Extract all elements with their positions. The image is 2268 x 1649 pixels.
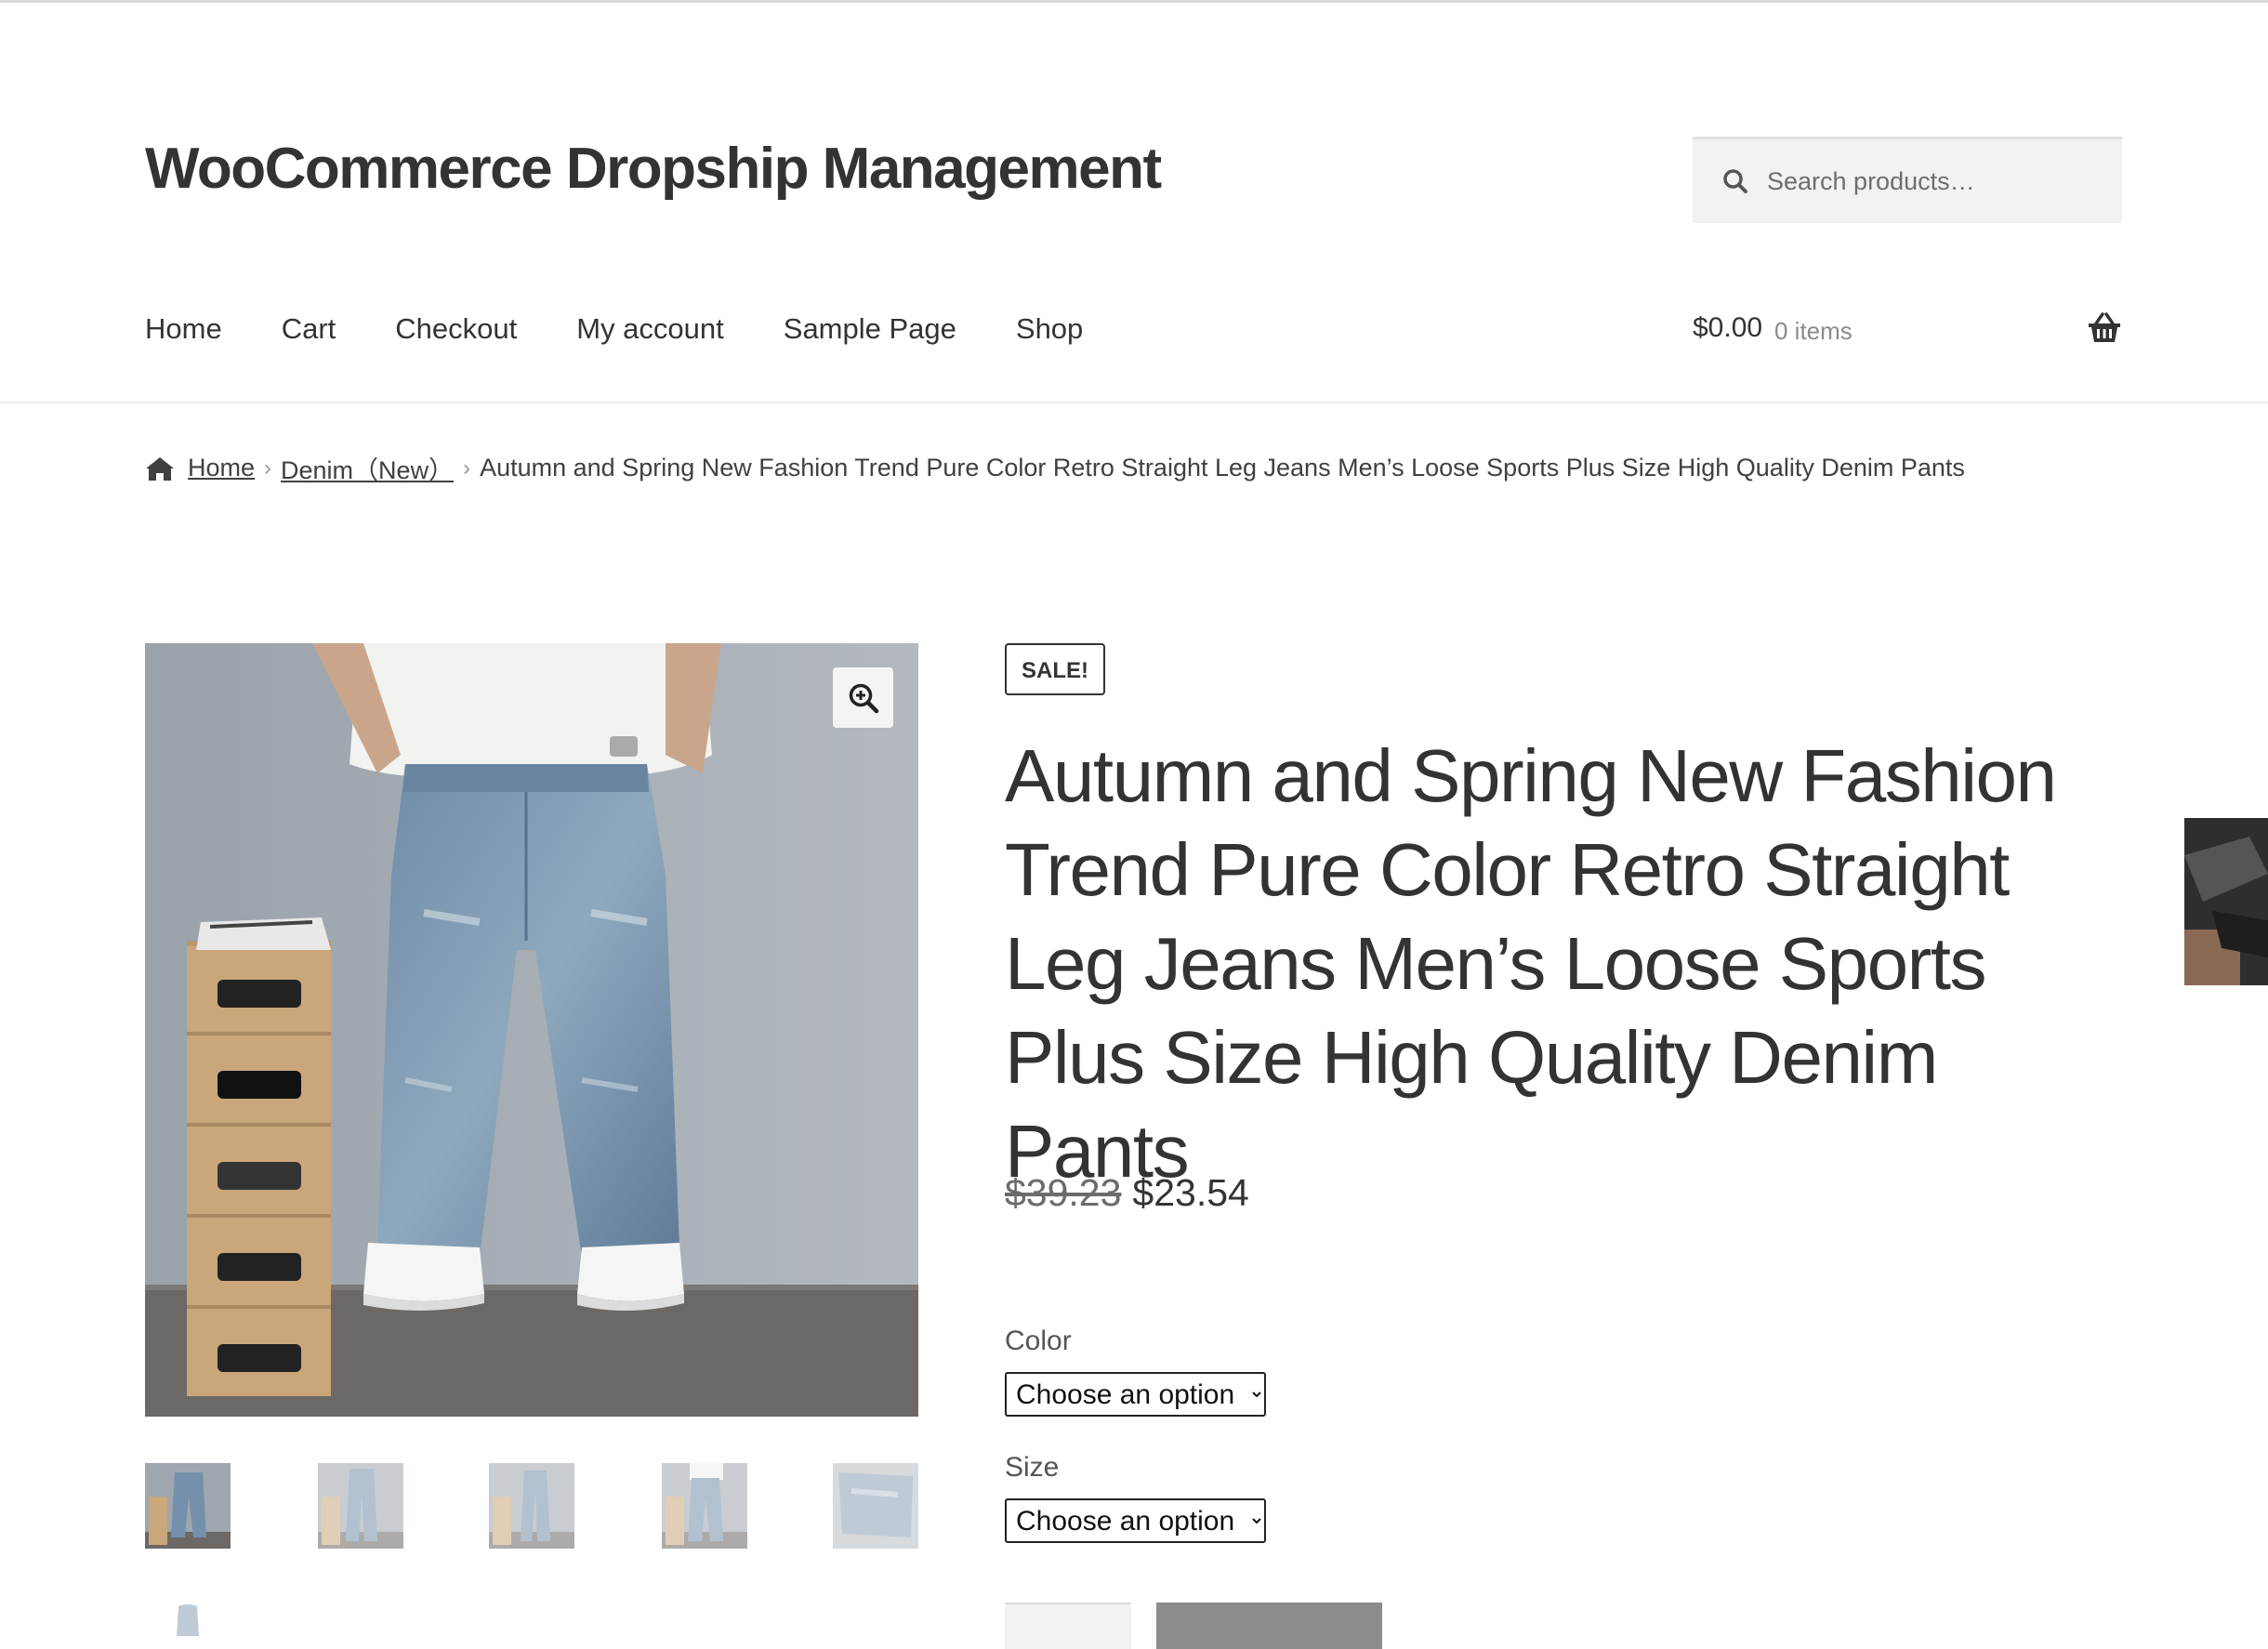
preview-photo bbox=[2184, 818, 2268, 985]
zoom-button[interactable] bbox=[833, 667, 893, 728]
gallery-thumbnail[interactable] bbox=[833, 1463, 918, 1549]
jeans-thumbnail-image bbox=[489, 1463, 574, 1549]
gallery-thumbnail[interactable] bbox=[145, 1463, 231, 1549]
quantity-input[interactable] bbox=[1005, 1603, 1131, 1649]
product-title: Autumn and Spring New Fashion Trend Pure… bbox=[1005, 734, 2057, 1193]
size-select[interactable]: Choose an option bbox=[1005, 1498, 1266, 1543]
nav-shop[interactable]: Shop bbox=[1016, 312, 1083, 346]
chevron-right-icon: › bbox=[264, 455, 272, 481]
primary-nav: Home Cart Checkout My account Sample Pag… bbox=[145, 312, 1142, 346]
search-input[interactable] bbox=[1765, 165, 2103, 197]
nav-cart[interactable]: Cart bbox=[282, 312, 336, 346]
chevron-right-icon: › bbox=[463, 455, 471, 481]
gallery-thumbnail[interactable] bbox=[318, 1463, 403, 1549]
nav-checkout[interactable]: Checkout bbox=[395, 312, 517, 346]
header-cart[interactable]: $0.00 0 items bbox=[1693, 312, 2122, 353]
basket-icon[interactable] bbox=[2087, 312, 2122, 344]
nav-home[interactable]: Home bbox=[145, 312, 222, 346]
top-border bbox=[0, 0, 2268, 3]
product-price: $39.23 $23.54 bbox=[1005, 1171, 1249, 1215]
magnify-plus-icon bbox=[849, 683, 878, 713]
search-icon bbox=[1723, 169, 1747, 193]
nav-sample-page[interactable]: Sample Page bbox=[784, 312, 956, 346]
product-main-image[interactable] bbox=[145, 643, 918, 1417]
breadcrumb-category[interactable]: Denim（New） bbox=[281, 450, 454, 486]
nav-my-account[interactable]: My account bbox=[576, 312, 724, 346]
breadcrumb-home[interactable]: Home bbox=[188, 454, 255, 482]
sale-price: $23.54 bbox=[1132, 1171, 1249, 1214]
jeans-photo bbox=[145, 643, 918, 1417]
jeans-thumbnail-image bbox=[318, 1463, 403, 1549]
color-select[interactable]: Choose an option bbox=[1005, 1372, 1266, 1417]
search-box[interactable] bbox=[1693, 137, 2122, 223]
size-label: Size bbox=[1005, 1452, 1060, 1483]
gallery-thumbnail[interactable] bbox=[662, 1463, 747, 1549]
sale-badge: SALE! bbox=[1005, 643, 1105, 695]
jeans-thumbnail-image bbox=[177, 1604, 199, 1636]
add-to-cart-button[interactable] bbox=[1156, 1603, 1382, 1649]
gallery-thumbnail[interactable] bbox=[145, 1603, 231, 1636]
jeans-thumbnail-image bbox=[145, 1463, 231, 1549]
breadcrumb-current: Autumn and Spring New Fashion Trend Pure… bbox=[480, 454, 1965, 482]
cart-item-count[interactable]: 0 items bbox=[1774, 317, 1853, 346]
jeans-thumbnail-image bbox=[662, 1463, 747, 1549]
jeans-thumbnail-image bbox=[833, 1463, 918, 1549]
color-label: Color bbox=[1005, 1326, 1072, 1356]
original-price: $39.23 bbox=[1005, 1171, 1122, 1214]
home-icon bbox=[146, 456, 174, 481]
cart-amount[interactable]: $0.00 bbox=[1693, 312, 1762, 344]
breadcrumb: Home › Denim（New） › Autumn and Spring Ne… bbox=[145, 450, 1965, 486]
header-divider bbox=[0, 402, 2268, 403]
gallery-thumbnail[interactable] bbox=[489, 1463, 574, 1549]
site-title[interactable]: WooCommerce Dropship Management bbox=[145, 136, 1162, 202]
side-preview-image[interactable] bbox=[2184, 818, 2268, 985]
